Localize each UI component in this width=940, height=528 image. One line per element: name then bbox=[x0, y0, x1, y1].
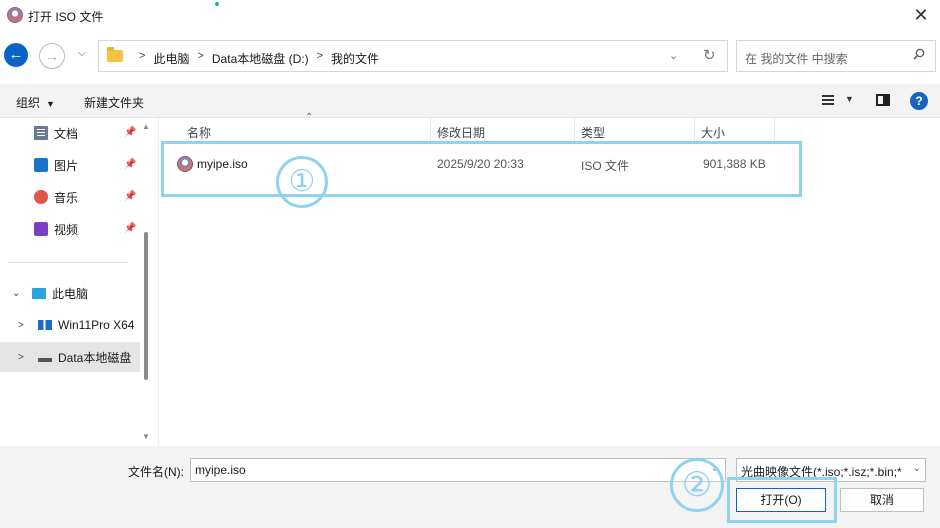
chevron-down-icon: ⌄ bbox=[912, 463, 921, 474]
preview-pane-icon[interactable] bbox=[876, 94, 890, 106]
sidebar-scrollbar[interactable]: ▲ ▼ bbox=[142, 118, 150, 446]
title-bar: 打开 ISO 文件 ✕ bbox=[0, 0, 940, 30]
sidebar-item-label: 此电脑 bbox=[52, 286, 89, 301]
recent-locations-chevron-icon[interactable]: ⌵ bbox=[78, 48, 86, 59]
navigation-pane: 文档 📌 图片 📌 音乐 📌 视频 📌 ⌄ 此电脑 > Win11Pro X64 bbox=[0, 118, 154, 446]
step-2-highlight bbox=[727, 477, 837, 523]
folder-icon bbox=[107, 47, 123, 62]
pin-icon: 📌 bbox=[124, 191, 137, 202]
chevron-right-icon[interactable]: > bbox=[18, 352, 30, 363]
command-bar: 组织 ▼ 新建文件夹 ▼ ? bbox=[0, 84, 940, 118]
sidebar-item-pictures[interactable]: 图片 📌 bbox=[0, 150, 140, 180]
sidebar-item-videos[interactable]: 视频 📌 bbox=[0, 214, 140, 244]
caret-down-icon: ▼ bbox=[46, 99, 55, 109]
sidebar-item-documents[interactable]: 文档 📌 bbox=[0, 118, 140, 148]
breadcrumb-separator-icon: > bbox=[316, 50, 324, 62]
chevron-down-icon[interactable]: ⌄ bbox=[12, 288, 24, 299]
help-icon[interactable]: ? bbox=[910, 92, 928, 110]
cancel-button[interactable]: 取消 bbox=[840, 488, 924, 512]
organize-menu[interactable]: 组织 ▼ bbox=[16, 94, 55, 111]
this-pc-icon bbox=[32, 288, 46, 299]
refresh-icon[interactable]: ↻ bbox=[703, 46, 716, 64]
search-box[interactable]: 在 我的文件 中搜索 bbox=[736, 40, 936, 72]
search-input[interactable]: 在 我的文件 中搜索 bbox=[745, 50, 848, 67]
forward-button[interactable]: → bbox=[39, 43, 65, 69]
window-title: 打开 ISO 文件 bbox=[28, 10, 104, 24]
scroll-up-arrow-icon[interactable]: ▲ bbox=[142, 122, 150, 131]
filename-field[interactable]: myipe.iso ⌄ bbox=[190, 458, 726, 482]
pin-icon: 📌 bbox=[124, 127, 137, 138]
view-list-icon[interactable] bbox=[822, 95, 834, 105]
new-folder-button[interactable]: 新建文件夹 bbox=[84, 94, 144, 111]
step-1-highlight bbox=[161, 141, 802, 197]
sidebar-item-win11pro[interactable]: > Win11Pro X64 bbox=[0, 310, 140, 340]
sidebar-item-label: 音乐 bbox=[54, 190, 79, 205]
view-options-caret-icon[interactable]: ▼ bbox=[845, 94, 854, 104]
address-bar[interactable]: > 此电脑 > Data本地磁盘 (D:) > 我的文件 ⌄ ↻ bbox=[98, 40, 728, 72]
breadcrumb-separator-icon: > bbox=[197, 50, 204, 62]
sidebar-item-label: 视频 bbox=[54, 222, 79, 237]
scroll-down-arrow-icon[interactable]: ▼ bbox=[142, 432, 150, 441]
sidebar-item-label: Data本地磁盘 bbox=[58, 350, 132, 365]
open-iso-dialog: 打开 ISO 文件 ✕ ← → ⌵ > 此电脑 > Data本地磁盘 (D:) … bbox=[0, 0, 940, 528]
breadcrumb-data-drive[interactable]: Data本地磁盘 (D:) bbox=[212, 50, 309, 67]
step-1-marker: ① bbox=[276, 156, 328, 208]
sidebar-item-label: Win11Pro X64 bbox=[58, 318, 135, 332]
drive-icon bbox=[38, 357, 52, 362]
videos-icon bbox=[34, 222, 48, 236]
sidebar-item-music[interactable]: 音乐 📌 bbox=[0, 182, 140, 212]
network-drive-icon bbox=[38, 320, 52, 330]
music-icon bbox=[34, 190, 48, 204]
organize-label: 组织 bbox=[16, 96, 41, 110]
filename-label: 文件名(N): bbox=[128, 465, 184, 479]
back-button[interactable]: ← bbox=[4, 43, 28, 67]
address-dropdown-chevron-icon[interactable]: ⌄ bbox=[669, 49, 678, 62]
filename-value: myipe.iso bbox=[195, 463, 246, 477]
pictures-icon bbox=[34, 158, 48, 172]
pin-icon: 📌 bbox=[124, 223, 137, 234]
sidebar-item-this-pc[interactable]: ⌄ 此电脑 bbox=[0, 278, 140, 308]
breadcrumb-this-pc[interactable]: 此电脑 bbox=[153, 50, 189, 67]
breadcrumb-separator-icon: > bbox=[139, 50, 146, 62]
chevron-right-icon[interactable]: > bbox=[18, 320, 30, 331]
sidebar-item-data-drive[interactable]: > Data本地磁盘 bbox=[0, 342, 140, 372]
documents-icon bbox=[34, 126, 48, 140]
breadcrumb-my-files[interactable]: 我的文件 bbox=[331, 50, 379, 67]
sidebar-item-label: 文档 bbox=[54, 126, 79, 141]
pin-icon: 📌 bbox=[124, 159, 137, 170]
breadcrumb: > 此电脑 > Data本地磁盘 (D:) > 我的文件 bbox=[131, 50, 379, 67]
search-icon bbox=[913, 48, 925, 60]
app-disc-icon bbox=[7, 7, 23, 23]
scrollbar-thumb[interactable] bbox=[144, 232, 148, 380]
sidebar-item-label: 图片 bbox=[54, 158, 79, 173]
step-2-marker: ② bbox=[670, 458, 724, 512]
decorative-dot bbox=[215, 2, 219, 6]
close-button[interactable]: ✕ bbox=[910, 4, 932, 26]
navigation-bar: ← → ⌵ > 此电脑 > Data本地磁盘 (D:) > 我的文件 ⌄ ↻ 在… bbox=[0, 38, 940, 76]
sidebar-divider bbox=[8, 262, 128, 263]
